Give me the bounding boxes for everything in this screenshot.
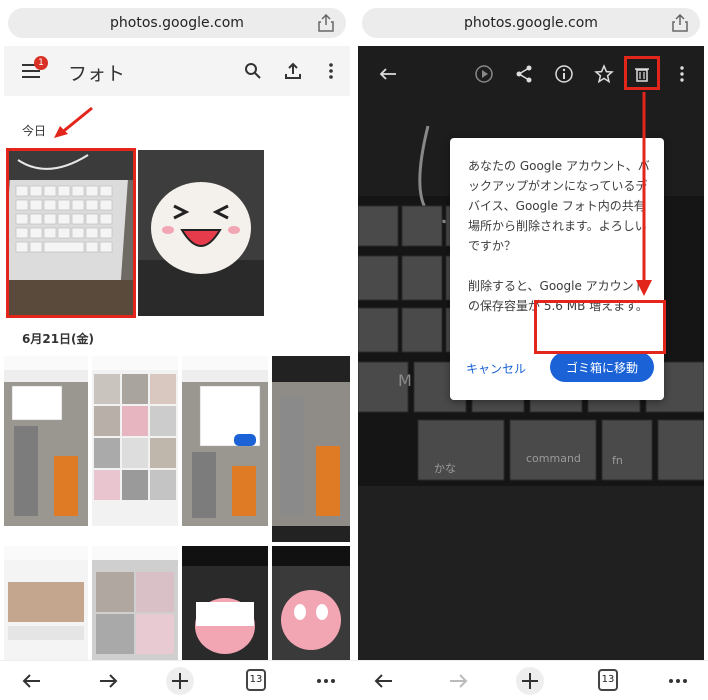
browser-toolbar: 13	[0, 660, 354, 700]
dialog-message: あなたの Google アカウント、バックアップがオンになっているデバイス、Go…	[468, 159, 650, 253]
plus-icon	[522, 673, 538, 689]
section-label-date: 6月21日(金)	[22, 332, 95, 346]
new-tab-button[interactable]	[166, 667, 194, 695]
key-label-kana: かな	[434, 462, 456, 475]
share-icon[interactable]	[318, 14, 334, 32]
plus-icon	[172, 673, 188, 689]
forward-arrow-icon[interactable]	[96, 669, 120, 693]
address-bar[interactable]: photos.google.com	[8, 8, 346, 38]
star-icon[interactable]	[594, 64, 614, 84]
tab-count-button[interactable]: 13	[246, 669, 266, 691]
tab-count-button[interactable]: 13	[598, 669, 618, 691]
key-label-command: command	[526, 452, 581, 465]
thumbnail[interactable]	[182, 546, 268, 660]
thumbnail[interactable]	[272, 356, 350, 542]
more-vert-icon[interactable]	[672, 64, 692, 84]
new-tab-button[interactable]	[516, 667, 544, 695]
thumbnail[interactable]	[4, 356, 88, 542]
browser-toolbar: 13	[354, 660, 708, 700]
back-arrow-icon[interactable]	[20, 669, 44, 693]
delete-confirm-dialog: あなたの Google アカウント、バックアップがオンになっているデバイス、Go…	[450, 138, 664, 400]
thumbnail[interactable]	[92, 356, 178, 542]
section-label-today: 今日	[22, 124, 47, 138]
left-screenshot: photos.google.com 1 フォト 今日 6月21日(金) 13	[0, 0, 354, 700]
address-bar[interactable]: photos.google.com	[362, 8, 700, 38]
right-screenshot: photos.google.com M ね る め かな command	[354, 0, 708, 700]
thumbnail[interactable]	[182, 356, 268, 542]
back-arrow-icon[interactable]	[378, 64, 398, 84]
thumbnail[interactable]	[4, 546, 88, 660]
back-arrow-icon[interactable]	[372, 669, 396, 693]
share-nodes-icon[interactable]	[514, 64, 534, 84]
info-icon[interactable]	[554, 64, 574, 84]
upload-icon[interactable]	[284, 62, 302, 80]
red-highlight-box	[624, 56, 660, 90]
red-highlight-box	[6, 148, 136, 318]
cancel-button[interactable]: キャンセル	[466, 360, 526, 377]
red-arrow-annotation	[636, 92, 652, 296]
share-icon[interactable]	[672, 14, 688, 32]
url-text: photos.google.com	[464, 15, 598, 31]
photo-viewer: M ね る め かな command fn	[358, 46, 704, 660]
key-label-fn: fn	[612, 454, 623, 467]
app-title: フォト	[68, 63, 126, 85]
svg-text:M: M	[398, 371, 412, 390]
notification-badge: 1	[34, 56, 48, 70]
forward-arrow-icon[interactable]	[446, 669, 470, 693]
red-arrow-annotation	[54, 106, 93, 138]
more-vert-icon[interactable]	[322, 62, 340, 80]
thumbnail[interactable]	[272, 546, 350, 660]
move-to-trash-button[interactable]: ゴミ箱に移動	[550, 352, 654, 382]
more-horiz-icon[interactable]	[666, 669, 690, 693]
slideshow-icon[interactable]	[474, 64, 494, 84]
thumbnail[interactable]	[92, 546, 178, 660]
url-text: photos.google.com	[110, 15, 244, 31]
photo-plush[interactable]	[138, 150, 264, 316]
search-icon[interactable]	[244, 62, 262, 80]
more-horiz-icon[interactable]	[314, 669, 338, 693]
red-highlight-box	[534, 300, 666, 354]
app-header: 1 フォト	[4, 46, 350, 96]
